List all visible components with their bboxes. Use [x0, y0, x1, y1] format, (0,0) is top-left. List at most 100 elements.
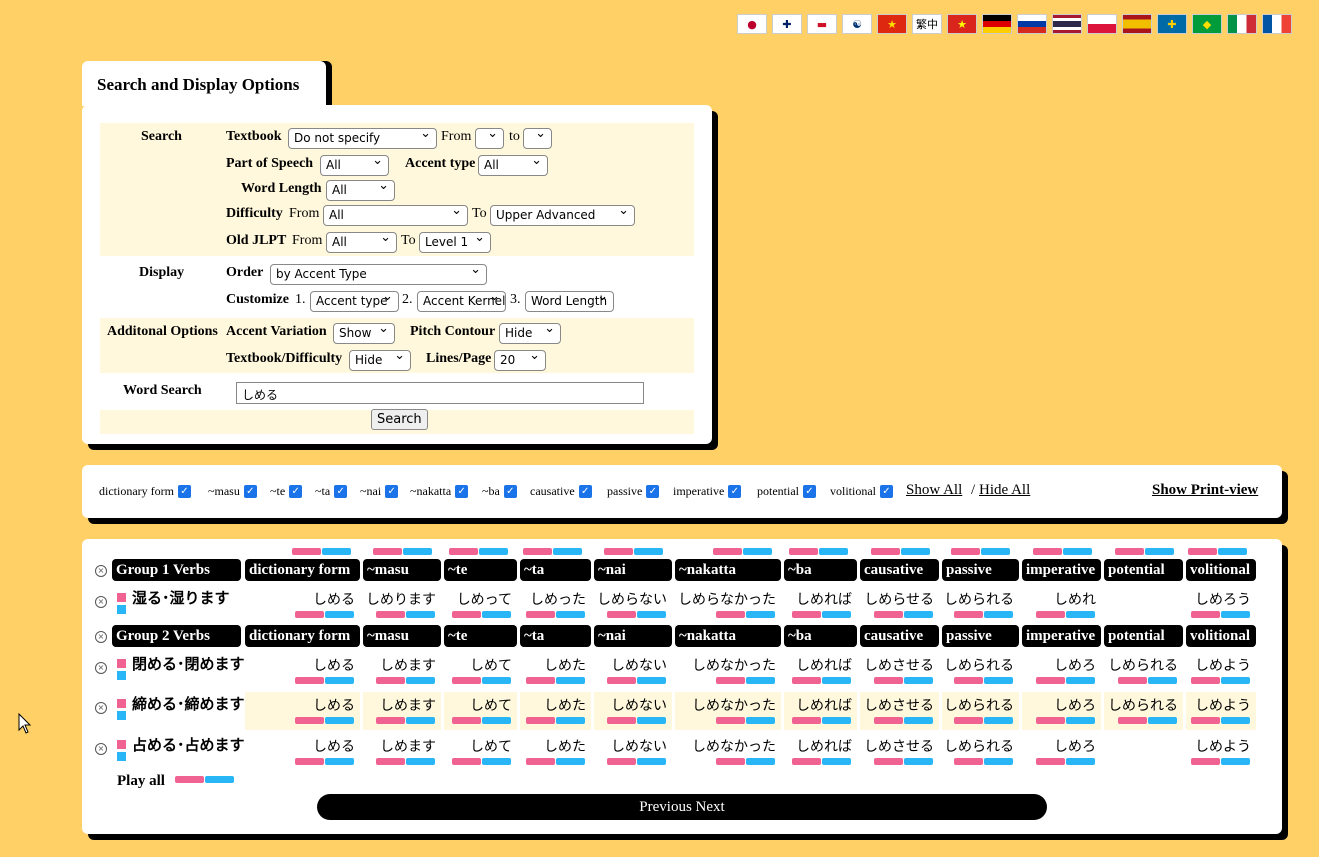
audio-buttons[interactable]	[1191, 717, 1250, 724]
female-audio-icon[interactable]	[452, 758, 481, 765]
male-audio-icon[interactable]	[637, 758, 666, 765]
female-audio-icon[interactable]	[526, 758, 555, 765]
column-audio-buttons[interactable]	[1115, 548, 1174, 555]
female-audio-icon[interactable]	[874, 758, 903, 765]
flag-sweden-icon[interactable]: ✚	[1157, 14, 1187, 34]
female-audio-icon[interactable]	[1191, 611, 1220, 618]
flag-vietnam-icon[interactable]: ★	[947, 14, 977, 34]
male-audio-icon[interactable]	[556, 611, 585, 618]
flag-thailand-icon[interactable]	[1052, 14, 1082, 34]
play-all-audio[interactable]	[175, 776, 234, 783]
hide-all-link[interactable]: Hide All	[979, 482, 1030, 499]
female-audio-icon[interactable]	[951, 548, 980, 555]
collapse-icon[interactable]: ×	[95, 631, 107, 643]
female-audio-icon[interactable]	[1036, 758, 1065, 765]
column-audio-buttons[interactable]	[1033, 548, 1092, 555]
audio-buttons[interactable]	[452, 758, 511, 765]
audio-buttons[interactable]	[874, 611, 933, 618]
female-audio-icon[interactable]	[1036, 611, 1065, 618]
male-audio-icon[interactable]	[479, 548, 508, 555]
male-audio-icon[interactable]	[822, 677, 851, 684]
female-audio-icon[interactable]	[1191, 758, 1220, 765]
male-audio-icon[interactable]	[1218, 548, 1247, 555]
column-audio-buttons[interactable]	[871, 548, 930, 555]
female-audio-icon[interactable]	[1191, 717, 1220, 724]
audio-buttons[interactable]	[954, 758, 1013, 765]
male-play-icon[interactable]	[117, 711, 126, 720]
male-audio-icon[interactable]	[482, 677, 511, 684]
male-audio-icon[interactable]	[406, 758, 435, 765]
male-audio-icon[interactable]	[819, 548, 848, 555]
flag-italy-icon[interactable]	[1227, 14, 1257, 34]
female-audio-icon[interactable]	[716, 677, 745, 684]
checkbox-checked-icon[interactable]: ✓	[803, 485, 816, 498]
lines-page-select[interactable]: 20	[494, 350, 546, 371]
female-audio-icon[interactable]	[376, 677, 405, 684]
male-audio-icon[interactable]	[325, 611, 354, 618]
checkbox-checked-icon[interactable]: ✓	[243, 485, 257, 498]
male-audio-icon[interactable]	[746, 717, 775, 724]
audio-buttons[interactable]	[526, 758, 585, 765]
male-audio-icon[interactable]	[637, 677, 666, 684]
audio-buttons[interactable]	[607, 758, 666, 765]
audio-buttons[interactable]	[954, 717, 1013, 724]
filter-volitional[interactable]: volitional ✓	[830, 484, 893, 499]
female-audio-icon[interactable]	[874, 717, 903, 724]
filter-masu[interactable]: ~masu ✓	[208, 484, 257, 499]
female-audio-icon[interactable]	[452, 677, 481, 684]
checkbox-checked-icon[interactable]: ✓	[646, 485, 660, 498]
female-play-icon[interactable]	[117, 699, 126, 708]
textbook-select[interactable]: Do not specify	[288, 128, 437, 149]
male-audio-icon[interactable]	[1066, 758, 1095, 765]
female-audio-icon[interactable]	[295, 677, 324, 684]
male-audio-icon[interactable]	[1063, 548, 1092, 555]
checkbox-checked-icon[interactable]: ✓	[289, 485, 303, 498]
audio-buttons[interactable]	[792, 717, 851, 724]
difficulty-to-select[interactable]: Upper Advanced	[490, 205, 635, 226]
column-audio-buttons[interactable]	[951, 548, 1010, 555]
filter-nai[interactable]: ~nai ✓	[360, 484, 399, 499]
female-audio-icon[interactable]	[452, 717, 481, 724]
female-audio-icon[interactable]	[175, 776, 204, 783]
female-audio-icon[interactable]	[607, 611, 636, 618]
customize-2-select[interactable]: Accent Kernel	[417, 291, 506, 312]
male-audio-icon[interactable]	[205, 776, 234, 783]
audio-buttons[interactable]	[954, 677, 1013, 684]
female-audio-icon[interactable]	[792, 611, 821, 618]
audio-buttons[interactable]	[526, 677, 585, 684]
print-view-link[interactable]: Show Print-view	[1152, 482, 1258, 499]
female-audio-icon[interactable]	[716, 758, 745, 765]
audio-buttons[interactable]	[716, 677, 775, 684]
column-audio-buttons[interactable]	[789, 548, 848, 555]
audio-buttons[interactable]	[376, 611, 435, 618]
female-audio-icon[interactable]	[292, 548, 321, 555]
audio-buttons[interactable]	[1191, 611, 1250, 618]
accent-variation-select[interactable]: Show	[333, 323, 395, 344]
flag-poland-icon[interactable]	[1087, 14, 1117, 34]
female-audio-icon[interactable]	[874, 611, 903, 618]
pitch-contour-select[interactable]: Hide	[499, 323, 561, 344]
female-audio-icon[interactable]	[526, 717, 555, 724]
audio-buttons[interactable]	[874, 717, 933, 724]
female-audio-icon[interactable]	[1188, 548, 1217, 555]
word-search-input[interactable]: しめる	[236, 382, 644, 404]
audio-buttons[interactable]	[1036, 677, 1095, 684]
male-audio-icon[interactable]	[822, 717, 851, 724]
filter-causative[interactable]: causative ✓	[530, 484, 592, 499]
male-play-icon[interactable]	[117, 605, 126, 614]
remove-row-icon[interactable]: ×	[95, 596, 107, 608]
audio-buttons[interactable]	[1036, 758, 1095, 765]
filter-ta[interactable]: ~ta ✓	[315, 484, 348, 499]
audio-buttons[interactable]	[1118, 677, 1177, 684]
audio-buttons[interactable]	[716, 758, 775, 765]
audio-buttons[interactable]	[376, 758, 435, 765]
female-audio-icon[interactable]	[713, 548, 742, 555]
female-audio-icon[interactable]	[295, 758, 324, 765]
male-audio-icon[interactable]	[981, 548, 1010, 555]
female-audio-icon[interactable]	[607, 758, 636, 765]
audio-buttons[interactable]	[526, 611, 585, 618]
female-audio-icon[interactable]	[607, 717, 636, 724]
male-audio-icon[interactable]	[904, 611, 933, 618]
male-audio-icon[interactable]	[984, 677, 1013, 684]
male-audio-icon[interactable]	[822, 758, 851, 765]
